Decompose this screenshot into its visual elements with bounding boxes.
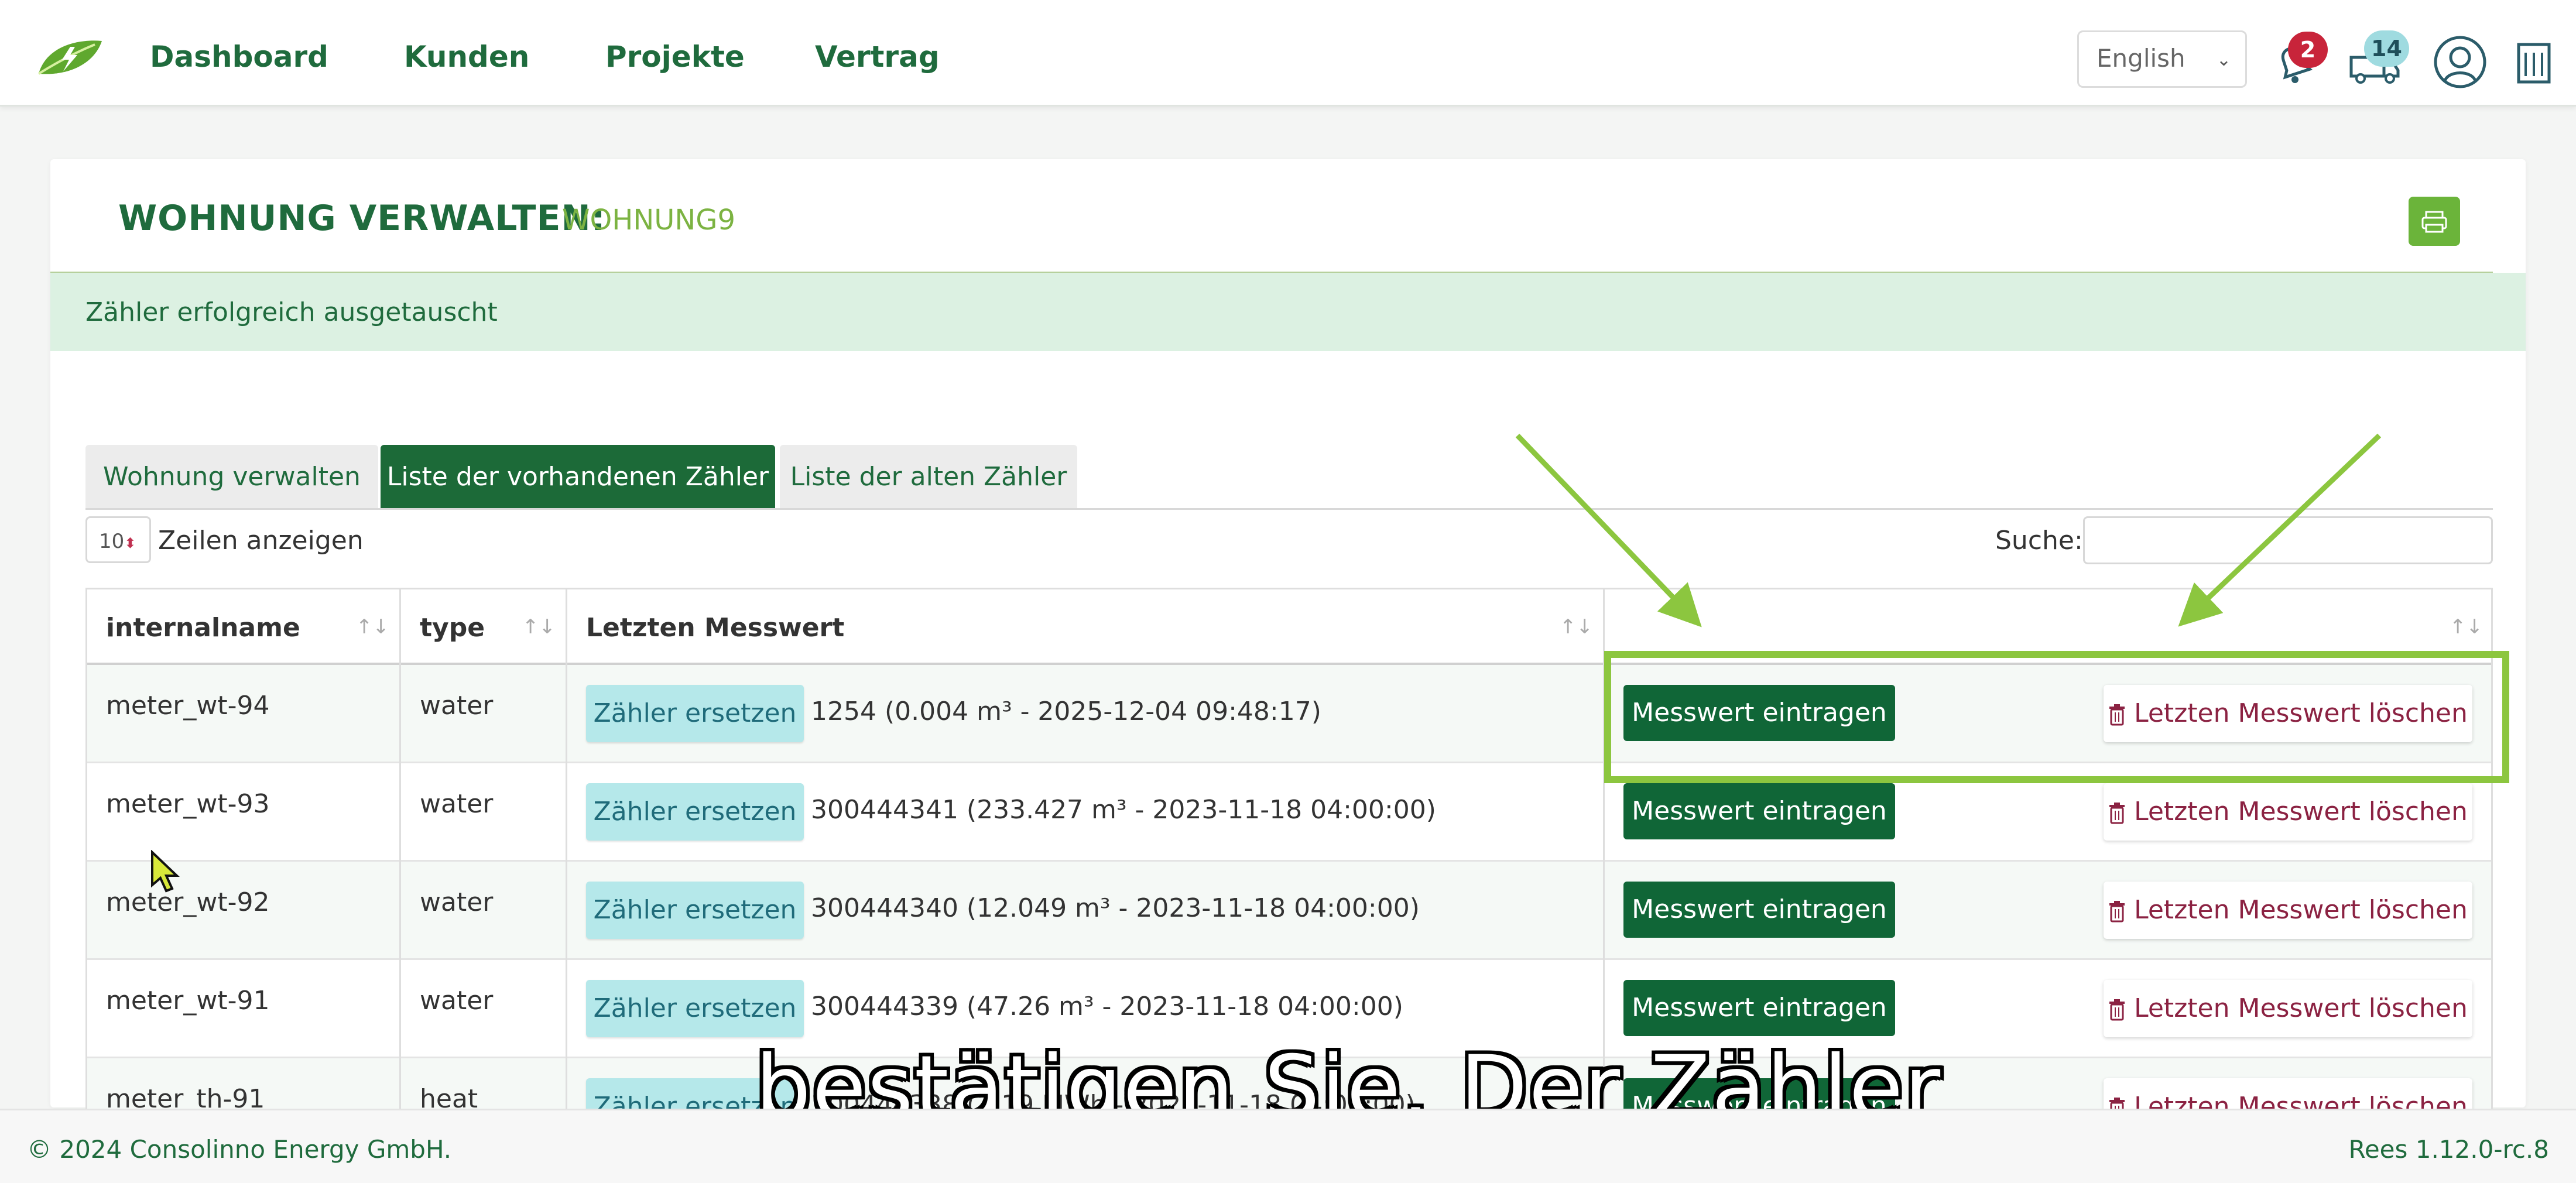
column-header-last-reading[interactable]: Letzten Messwert ↑↓ <box>567 588 1605 665</box>
sort-arrows-icon: ⬍ <box>124 535 136 551</box>
enter-reading-button[interactable]: Messwert eintragen <box>1623 980 1895 1036</box>
column-header-type[interactable]: type ↑↓ <box>401 588 567 665</box>
nav-dashboard[interactable]: Dashboard <box>150 40 328 74</box>
trash-icon <box>2109 803 2125 824</box>
replace-meter-button[interactable]: Zähler ersetzen <box>586 783 804 841</box>
last-reading: 300444340 (12.049 m³ - 2023-11-18 04:00:… <box>811 893 1420 923</box>
success-alert-text: Zähler erfolgreich ausgetauscht <box>85 297 498 327</box>
user-avatar-icon[interactable] <box>2432 34 2488 90</box>
trash-icon <box>2109 704 2125 726</box>
meter-internalname: meter_wt-94 <box>106 691 270 721</box>
delete-last-reading-label: Letzten Messwert löschen <box>2134 797 2468 827</box>
delete-last-reading-label: Letzten Messwert löschen <box>2134 895 2468 925</box>
delete-last-reading-button[interactable]: Letzten Messwert löschen <box>2104 685 2472 742</box>
meter-internalname: meter_wt-92 <box>106 887 270 917</box>
nav-vertrag[interactable]: Vertrag <box>815 40 940 74</box>
enter-reading-button[interactable]: Messwert eintragen <box>1623 783 1895 839</box>
column-header-label: type <box>420 613 485 643</box>
page-length-label: Zeilen anzeigen <box>158 526 364 556</box>
apartment-name: WOHNUNG9 <box>562 204 736 236</box>
print-button[interactable] <box>2409 197 2460 246</box>
search-input[interactable] <box>2083 516 2493 564</box>
meter-type: water <box>420 789 494 819</box>
nav-projekte[interactable]: Projekte <box>605 40 745 74</box>
printer-icon <box>2421 211 2447 233</box>
replace-meter-button[interactable]: Zähler ersetzen <box>586 882 804 939</box>
page-length-value: 10 <box>99 530 125 553</box>
delete-last-reading-button[interactable]: Letzten Messwert löschen <box>2104 882 2472 939</box>
column-header-actions[interactable]: ↑↓ <box>1605 588 2491 665</box>
meter-internalname: meter_wt-91 <box>106 986 270 1016</box>
page-length-select[interactable]: 10⬍ <box>85 516 151 563</box>
column-divider <box>399 588 401 1115</box>
mouse-cursor-icon <box>151 850 180 893</box>
chevron-down-icon: ⌄ <box>2216 50 2231 70</box>
trash-icon <box>2109 999 2125 1021</box>
meter-internalname: meter_wt-93 <box>106 789 270 819</box>
meter-type: water <box>420 986 494 1016</box>
footer-copyright: © 2024 Consolinno Energy GmbH. <box>27 1135 452 1164</box>
delete-last-reading-label: Letzten Messwert löschen <box>2134 993 2468 1023</box>
top-navbar: Dashboard Kunden Projekte Vertrag Englis… <box>0 0 2576 107</box>
column-header-label: internalname <box>106 613 300 643</box>
column-divider <box>566 588 567 1115</box>
last-reading: 1254 (0.004 m³ - 2025-12-04 09:48:17) <box>811 697 1321 726</box>
delete-last-reading-label: Letzten Messwert löschen <box>2134 698 2468 728</box>
building-icon[interactable] <box>2506 34 2562 90</box>
page-title: WOHNUNG VERWALTEN: <box>118 198 606 239</box>
nav-kunden[interactable]: Kunden <box>404 40 529 74</box>
sort-icon: ↑↓ <box>1560 615 1593 639</box>
table-row: meter_wt-94 water Zähler ersetzen 1254 (0.0… <box>87 665 2491 763</box>
table-row: meter_wt-92 water Zähler ersetzen 300444340… <box>87 862 2491 960</box>
table-row: meter_wt-93 water Zähler ersetzen 300444341… <box>87 763 2491 862</box>
meter-type: water <box>420 691 494 721</box>
meters-table: internalname ↑↓ type ↑↓ Letzten Messwert… <box>85 588 2493 1115</box>
last-reading: 300444341 (233.427 m³ - 2023-11-18 04:00… <box>811 795 1436 825</box>
consolinno-leaf-logo[interactable] <box>34 36 104 78</box>
tab-manage-apartment[interactable]: Wohnung verwalten <box>85 445 378 509</box>
success-alert: Zähler erfolgreich ausgetauscht <box>50 273 2526 351</box>
delete-last-reading-button[interactable]: Letzten Messwert löschen <box>2104 783 2472 841</box>
search-label: Suche: <box>1995 526 2083 556</box>
column-header-label: Letzten Messwert <box>586 613 845 643</box>
tab-divider <box>85 508 2493 510</box>
column-divider <box>1603 588 1605 1115</box>
meter-type: water <box>420 887 494 917</box>
trash-icon <box>2109 901 2125 923</box>
page-footer: © 2024 Consolinno Energy GmbH. Rees 1.12… <box>0 1109 2576 1183</box>
last-reading: 300444339 (47.26 m³ - 2023-11-18 04:00:0… <box>811 992 1403 1021</box>
delete-last-reading-button[interactable]: Letzten Messwert löschen <box>2104 980 2472 1037</box>
messages-badge: 14 <box>2364 30 2409 67</box>
language-select-value: English <box>2097 44 2186 73</box>
footer-version: Rees 1.12.0-rc.8 <box>2348 1135 2549 1164</box>
notifications-badge: 2 <box>2288 32 2328 68</box>
tab-current-meters[interactable]: Liste der vorhandenen Zähler <box>381 445 775 509</box>
column-header-internalname[interactable]: internalname ↑↓ <box>87 588 401 665</box>
sort-icon: ↑↓ <box>2450 615 2483 639</box>
tab-old-meters[interactable]: Liste der alten Zähler <box>780 445 1077 509</box>
sort-icon: ↑↓ <box>356 615 389 639</box>
enter-reading-button[interactable]: Messwert eintragen <box>1623 685 1895 741</box>
sort-icon: ↑↓ <box>522 615 556 639</box>
replace-meter-button[interactable]: Zähler ersetzen <box>586 685 804 742</box>
replace-meter-button[interactable]: Zähler ersetzen <box>586 980 804 1037</box>
enter-reading-button[interactable]: Messwert eintragen <box>1623 882 1895 938</box>
language-select[interactable]: English ⌄ <box>2077 30 2247 88</box>
